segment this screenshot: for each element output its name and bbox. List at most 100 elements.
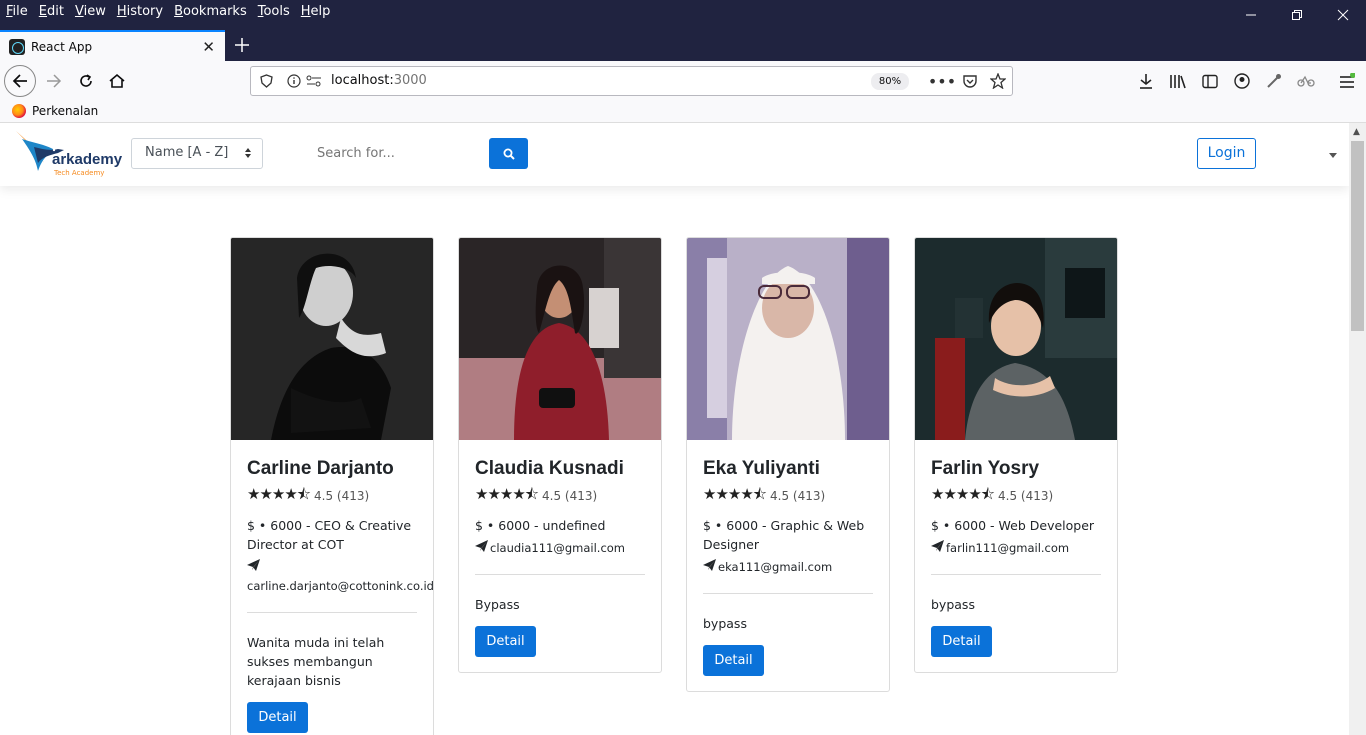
zoom-level-badge[interactable]: 80%: [871, 73, 909, 90]
review-count: (413): [336, 489, 370, 503]
rating-value: 4.5: [314, 489, 334, 503]
account-icon[interactable]: [1232, 71, 1252, 91]
profile-photo: [231, 238, 433, 440]
star-icon: ★★★★⯪: [247, 484, 311, 503]
sort-selected-value: Name [A - Z]: [145, 145, 229, 160]
permissions-icon[interactable]: [305, 72, 323, 90]
home-icon: [109, 73, 125, 88]
email-info: carline.darjanto@cottonink.co.id: [247, 558, 433, 596]
forward-button[interactable]: [38, 65, 70, 97]
detail-button[interactable]: Detail: [703, 645, 764, 676]
engineer-description: bypass: [931, 597, 975, 612]
engineer-name[interactable]: Carline Darjanto: [247, 456, 417, 482]
engineer-description: bypass: [703, 616, 747, 631]
download-icon[interactable]: [1136, 71, 1156, 91]
library-icon[interactable]: [1168, 71, 1188, 91]
select-arrows-icon: [244, 146, 252, 163]
reload-button[interactable]: [70, 65, 102, 97]
paper-plane-icon: [703, 558, 716, 577]
tab-strip: React App ✕: [0, 30, 1366, 61]
menu-bookmarks[interactable]: Bookmarks: [174, 4, 247, 19]
star-icon: ★★★★⯪: [703, 484, 767, 503]
engineer-name[interactable]: Eka Yuliyanti: [703, 456, 873, 482]
card-divider: [475, 574, 645, 575]
search-input[interactable]: [304, 138, 484, 169]
vertical-scrollbar[interactable]: ▲: [1349, 123, 1366, 735]
login-button[interactable]: Login: [1197, 138, 1256, 169]
page-actions-icon[interactable]: •••: [928, 72, 956, 91]
reload-icon: [80, 74, 92, 87]
engineer-name[interactable]: Claudia Kusnadi: [475, 456, 645, 482]
rating: ★★★★⯪ 4.5 (413): [931, 484, 1101, 506]
menu-history[interactable]: History: [117, 4, 163, 19]
search-button[interactable]: [489, 138, 528, 169]
tab-react-app[interactable]: React App ✕: [0, 30, 225, 61]
review-count: (413): [1020, 489, 1054, 503]
app-header: arkademy Tech Academy Name [A - Z] Login: [0, 123, 1349, 186]
browser-window: File Edit View History Bookmarks Tools H…: [0, 0, 1366, 735]
engineer-card: Eka Yuliyanti ★★★★⯪ 4.5 (413) $ • 6000 -…: [686, 237, 890, 692]
window-controls: [1228, 0, 1366, 30]
home-button[interactable]: [101, 65, 133, 97]
detail-button[interactable]: Detail: [931, 626, 992, 657]
sidebar-icon[interactable]: [1200, 71, 1220, 91]
rating-value: 4.5: [770, 489, 790, 503]
logo-text: arkademy: [52, 151, 123, 168]
restore-button[interactable]: [1274, 0, 1320, 30]
email-text: eka111@gmail.com: [718, 560, 833, 574]
sort-select[interactable]: Name [A - Z]: [131, 138, 263, 169]
star-icon: ★★★★⯪: [931, 484, 995, 503]
url-bar[interactable]: localhost:3000 80% •••: [250, 66, 1013, 96]
new-tab-button[interactable]: [230, 32, 254, 58]
bookmark-perkenalan[interactable]: Perkenalan: [12, 104, 98, 118]
pocket-icon[interactable]: [961, 72, 979, 90]
title-bar: File Edit View History Bookmarks Tools H…: [0, 0, 1366, 30]
card-divider: [703, 593, 873, 594]
arrow-right-icon: [47, 74, 62, 88]
job-info: $ • 6000 - Web Developer: [931, 518, 1095, 533]
rating-value: 4.5: [542, 489, 562, 503]
menu-bar: File Edit View History Bookmarks Tools H…: [0, 0, 335, 22]
search-icon: [503, 148, 515, 160]
detail-button[interactable]: Detail: [247, 702, 308, 733]
review-count: (413): [792, 489, 826, 503]
engineer-card: Farlin Yosry ★★★★⯪ 4.5 (413) $ • 6000 - …: [914, 237, 1118, 673]
card-divider: [247, 612, 417, 613]
menu-edit[interactable]: Edit: [39, 4, 64, 19]
extension-icon[interactable]: [1296, 71, 1316, 91]
email-info: farlin111@gmail.com: [931, 539, 1101, 558]
detail-button[interactable]: Detail: [475, 626, 536, 657]
email-info: claudia111@gmail.com: [475, 539, 645, 558]
review-count: (413): [564, 489, 598, 503]
close-icon: [1337, 9, 1349, 21]
email-text: claudia111@gmail.com: [490, 541, 626, 555]
tab-close-icon[interactable]: ✕: [202, 38, 215, 56]
firefox-icon: [12, 104, 26, 118]
arkademy-logo[interactable]: arkademy Tech Academy: [14, 129, 124, 177]
hamburger-menu-icon[interactable]: [1337, 71, 1357, 91]
scroll-up-arrow-icon[interactable]: ▲: [1353, 127, 1360, 137]
dropdown-caret-icon[interactable]: [1329, 151, 1337, 160]
engineer-description: Wanita muda ini telah sukses membangun k…: [247, 635, 385, 688]
star-bookmark-icon[interactable]: [989, 72, 1007, 90]
menu-file[interactable]: File: [6, 4, 28, 19]
engineer-name[interactable]: Farlin Yosry: [931, 456, 1101, 482]
profile-photo: [459, 238, 661, 440]
menu-tools[interactable]: Tools: [258, 4, 290, 19]
menu-help[interactable]: Help: [301, 4, 331, 19]
minimize-button[interactable]: [1228, 0, 1274, 30]
star-icon: ★★★★⯪: [475, 484, 539, 503]
back-button[interactable]: [4, 65, 36, 97]
close-window-button[interactable]: [1320, 0, 1366, 30]
profile-photo: [915, 238, 1117, 440]
menu-view[interactable]: View: [75, 4, 106, 19]
eyedropper-icon[interactable]: [1264, 71, 1284, 91]
paper-plane-icon: [475, 539, 488, 558]
info-icon[interactable]: [285, 72, 303, 90]
tab-title: React App: [31, 39, 93, 54]
rating-value: 4.5: [998, 489, 1018, 503]
rating: ★★★★⯪ 4.5 (413): [703, 484, 873, 506]
bookmarks-toolbar: Perkenalan: [0, 101, 1366, 123]
shield-icon[interactable]: [257, 72, 275, 90]
scrollbar-thumb[interactable]: [1351, 141, 1364, 331]
